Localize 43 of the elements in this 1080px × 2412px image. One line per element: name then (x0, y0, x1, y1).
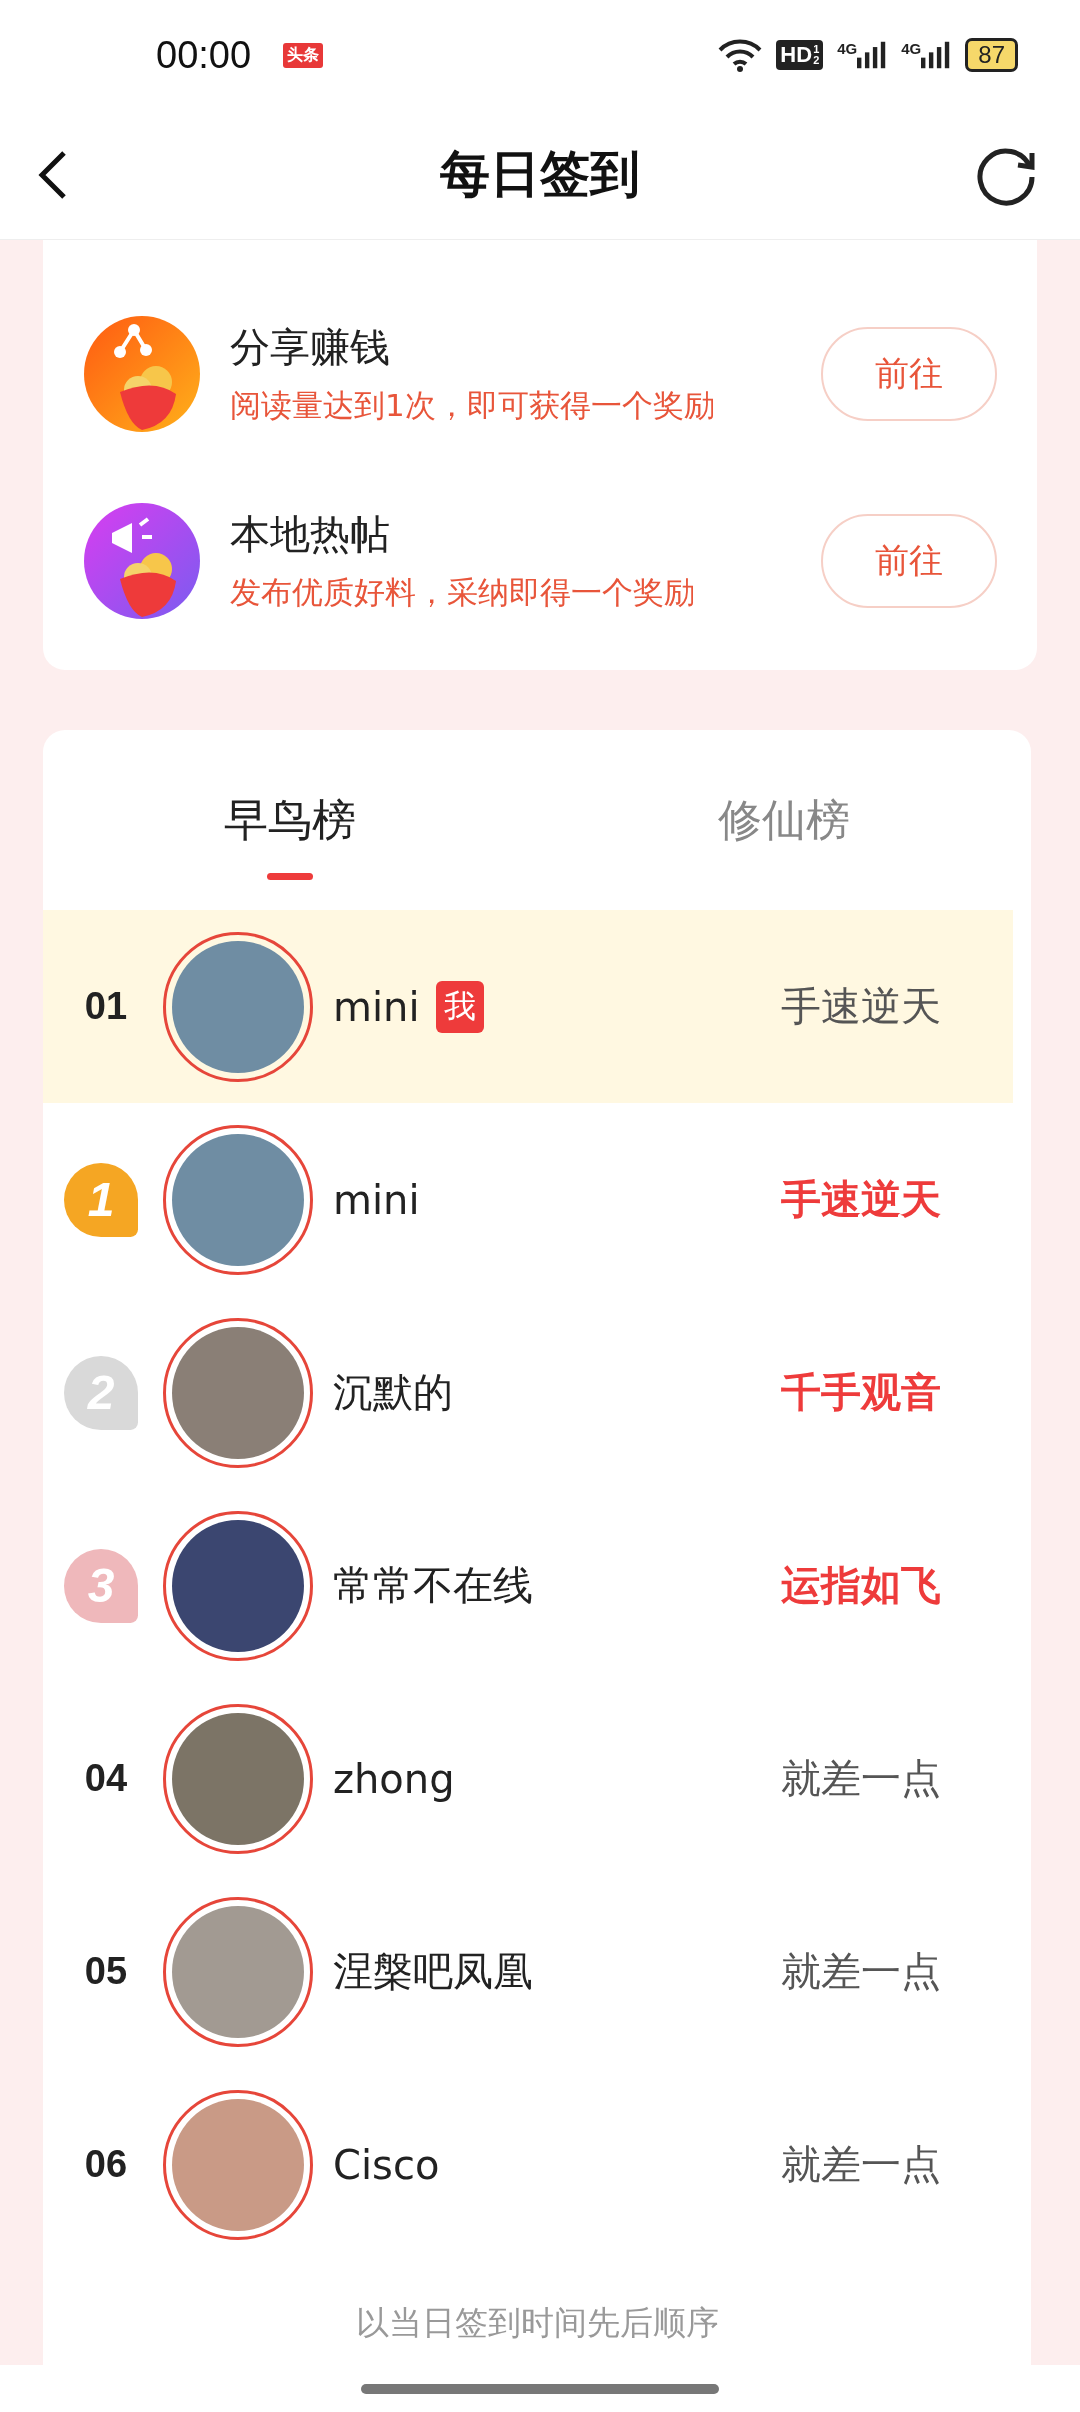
rank-number: 01 (84, 985, 128, 1028)
rank-medal: 3 (64, 1548, 138, 1623)
back-icon[interactable] (38, 149, 68, 200)
rank-title: 就差一点 (781, 1754, 941, 1803)
rank-title: 手速逆天 (781, 1175, 941, 1224)
status-time: 00:00 (156, 33, 252, 77)
share-reward-icon (84, 315, 200, 432)
battery-indicator: 87 (965, 38, 1018, 72)
task-title: 分享赚钱 (230, 323, 391, 372)
user-name: 沉默的 (333, 1368, 453, 1417)
wifi-icon (718, 38, 763, 72)
rank-number: 05 (84, 1950, 128, 1993)
me-badge: 我 (435, 980, 484, 1033)
rank-title: 就差一点 (781, 1947, 941, 1996)
user-name: zhong (333, 1755, 455, 1802)
page-title: 每日签到 (439, 144, 641, 205)
go-button[interactable]: 前往 (821, 326, 997, 421)
task-description: 发布优质好料，采纳即得一个奖励 (230, 573, 696, 612)
rank-title: 手速逆天 (781, 982, 941, 1031)
user-name: 常常不在线 (333, 1561, 533, 1610)
app-notification-badge: 头条 (283, 42, 324, 68)
rank-title: 运指如飞 (781, 1561, 941, 1610)
home-indicator[interactable] (361, 2383, 719, 2394)
user-name: mini (333, 1176, 420, 1223)
signal-icon (857, 40, 888, 70)
rank-number: 04 (84, 1757, 128, 1800)
rank-title: 千手观音 (781, 1368, 941, 1417)
task-title: 本地热帖 (230, 510, 391, 559)
user-name: Cisco (333, 2141, 440, 2188)
megaphone-reward-icon (84, 502, 200, 619)
rank-title: 就差一点 (781, 2140, 941, 2189)
task-description: 阅读量达到1次，即可获得一个奖励 (230, 386, 716, 425)
user-name: 涅槃吧凤凰 (333, 1947, 533, 1996)
network-type-label: 4G (901, 40, 922, 57)
network-type-label: 4G (837, 40, 858, 57)
go-button[interactable]: 前往 (821, 513, 997, 608)
signal-icon (921, 40, 952, 70)
footer-note: 以当日签到时间先后顺序 (354, 2302, 720, 2344)
leaderboard-tab[interactable]: 早鸟榜 (43, 730, 537, 910)
leaderboard-tab[interactable]: 修仙榜 (537, 730, 1031, 910)
user-name: mini (333, 983, 420, 1030)
rank-medal: 1 (64, 1162, 138, 1237)
rank-number: 06 (84, 2143, 128, 2186)
